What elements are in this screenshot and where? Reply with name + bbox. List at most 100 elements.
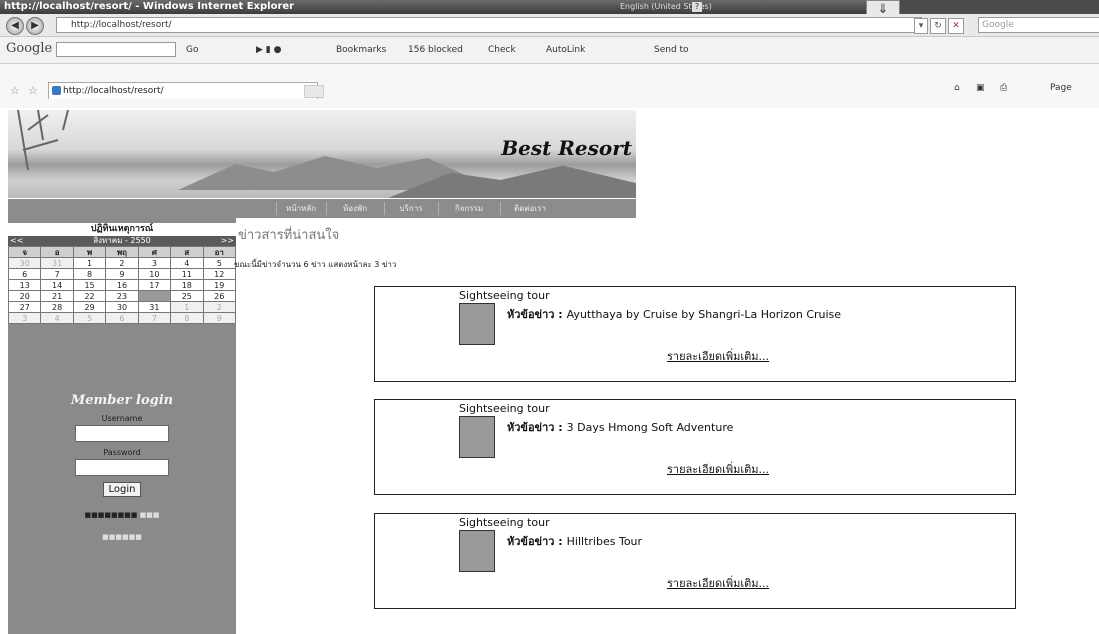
- calendar-day[interactable]: 11: [170, 268, 204, 280]
- main-menu: หน้าหลัก ห้องพัก บริการ กิจกรรม ติดต่อเร…: [8, 199, 636, 218]
- dropdown-icon[interactable]: ▾: [914, 18, 928, 34]
- more-details-link[interactable]: รายละเอียดเพิ่มเติม...: [667, 347, 769, 365]
- go-button[interactable]: Go: [186, 45, 198, 55]
- event-calendar: ปฏิทินเหตุการณ์ << สิงหาคม - 2550 >> จ อ…: [7, 223, 237, 324]
- forgot-password-link[interactable]: ■■■■■■: [8, 533, 236, 541]
- forward-icon[interactable]: ▶: [26, 17, 44, 35]
- new-tab-button[interactable]: [304, 85, 324, 98]
- home-icon[interactable]: ⌂: [954, 83, 960, 93]
- back-icon[interactable]: ◀: [6, 17, 24, 35]
- calendar-day[interactable]: 1: [72, 257, 107, 269]
- register-link[interactable]: ■■■: [140, 511, 160, 519]
- calendar-day[interactable]: 17: [137, 279, 172, 291]
- news-thumbnail[interactable]: [459, 303, 495, 345]
- add-favorites-icon[interactable]: ☆: [28, 84, 38, 97]
- calendar-day[interactable]: 20: [7, 290, 42, 302]
- calendar-day[interactable]: 29: [72, 301, 107, 313]
- calendar-week: 27 28 29 30 31 1 2: [7, 301, 237, 313]
- calendar-day[interactable]: 8: [72, 268, 107, 280]
- search-input[interactable]: Google: [978, 17, 1099, 33]
- calendar-day[interactable]: 10: [137, 268, 172, 280]
- calendar-day[interactable]: 31: [137, 301, 172, 313]
- feeds-icon[interactable]: ▣: [976, 83, 985, 93]
- calendar-day[interactable]: 27: [7, 301, 42, 313]
- calendar-day[interactable]: 6: [7, 268, 42, 280]
- username-label: Username: [101, 414, 143, 423]
- calendar-day[interactable]: 21: [40, 290, 74, 302]
- calendar-next-button[interactable]: >>: [221, 236, 234, 246]
- calendar-day[interactable]: 1: [170, 301, 204, 313]
- menu-item-contact[interactable]: ติดต่อเรา: [500, 202, 559, 215]
- login-button[interactable]: Login: [102, 482, 142, 497]
- calendar-day[interactable]: 16: [105, 279, 139, 291]
- calendar-day[interactable]: 4: [40, 312, 74, 324]
- calendar-day[interactable]: 3: [7, 312, 42, 324]
- calendar-day[interactable]: 9: [105, 268, 139, 280]
- register-link-text[interactable]: ■■■■■■■■: [85, 511, 138, 519]
- password-field[interactable]: [75, 459, 169, 476]
- url-input[interactable]: http://localhost/resort/: [56, 17, 922, 33]
- calendar-day[interactable]: 18: [170, 279, 204, 291]
- calendar-day[interactable]: 13: [7, 279, 42, 291]
- window-title: http://localhost/resort/ - Windows Inter…: [4, 1, 295, 12]
- weekday: จ: [7, 246, 42, 258]
- calendar-day[interactable]: 14: [40, 279, 74, 291]
- calendar-day[interactable]: 22: [72, 290, 107, 302]
- favorites-star-icon[interactable]: ☆: [10, 84, 20, 97]
- news-count: ขณะนี้มีข่าวจำนวน 6 ข่าว แสดงหน้าละ 3 ข่…: [234, 260, 397, 269]
- bookmarks-button[interactable]: Bookmarks: [336, 45, 386, 55]
- help-icon[interactable]: ?: [692, 2, 702, 12]
- google-logo: Google: [6, 41, 53, 56]
- calendar-day[interactable]: 12: [202, 268, 237, 280]
- check-button[interactable]: Check: [488, 45, 516, 55]
- calendar-month: สิงหาคม - 2550: [93, 236, 151, 245]
- calendar-day[interactable]: 7: [137, 312, 172, 324]
- calendar-day[interactable]: 23: [105, 290, 139, 302]
- calendar-weekdays: จ อ พ พฤ ศ ส อา: [7, 246, 237, 258]
- menu-item-activities[interactable]: กิจกรรม: [438, 202, 499, 215]
- member-login-panel: Member login Username Password Login ■■■…: [8, 385, 236, 541]
- popup-blocker[interactable]: 156 blocked: [408, 45, 463, 55]
- calendar-day[interactable]: 2: [202, 301, 237, 313]
- more-details-link[interactable]: รายละเอียดเพิ่มเติม...: [667, 574, 769, 592]
- more-details-link[interactable]: รายละเอียดเพิ่มเติม...: [667, 460, 769, 478]
- calendar-prev-button[interactable]: <<: [10, 236, 23, 246]
- autolink-button[interactable]: AutoLink: [546, 45, 585, 55]
- menu-item-home[interactable]: หน้าหลัก: [276, 202, 325, 215]
- google-toolbar: Google Go ▶ ▮ ● Bookmarks 156 blocked Ch…: [0, 37, 1099, 64]
- calendar-day[interactable]: 4: [170, 257, 204, 269]
- google-search-input[interactable]: [56, 42, 176, 57]
- print-icon[interactable]: ⎙: [1000, 83, 1007, 93]
- calendar-day[interactable]: 26: [202, 290, 237, 302]
- headline-label: หัวข้อข่าว :: [507, 308, 563, 321]
- calendar-day-today[interactable]: 24: [137, 290, 172, 302]
- news-thumbnail[interactable]: [459, 416, 495, 458]
- calendar-day[interactable]: 7: [40, 268, 74, 280]
- browser-tab[interactable]: http://localhost/resort/: [48, 82, 318, 99]
- calendar-day[interactable]: 5: [72, 312, 107, 324]
- toolbar-icons[interactable]: ▶ ▮ ●: [256, 45, 281, 55]
- calendar-day[interactable]: 30: [105, 301, 139, 313]
- calendar-day[interactable]: 25: [170, 290, 204, 302]
- calendar-day[interactable]: 30: [7, 257, 42, 269]
- calendar-day[interactable]: 2: [105, 257, 139, 269]
- calendar-day[interactable]: 15: [72, 279, 107, 291]
- calendar-day[interactable]: 31: [40, 257, 74, 269]
- menu-item-rooms[interactable]: ห้องพัก: [326, 202, 383, 215]
- calendar-day[interactable]: 28: [40, 301, 74, 313]
- stop-icon[interactable]: ✕: [948, 18, 964, 34]
- calendar-day[interactable]: 9: [202, 312, 237, 324]
- page-menu[interactable]: Page: [1050, 83, 1072, 93]
- calendar-day[interactable]: 19: [202, 279, 237, 291]
- calendar-day[interactable]: 6: [105, 312, 139, 324]
- weekday: อ: [40, 246, 74, 258]
- calendar-day[interactable]: 8: [170, 312, 204, 324]
- send-to-button[interactable]: Send to: [654, 45, 689, 55]
- refresh-icon[interactable]: ↻: [930, 18, 946, 34]
- calendar-day[interactable]: 5: [202, 257, 237, 269]
- username-field[interactable]: [75, 425, 169, 442]
- calendar-day[interactable]: 3: [137, 257, 172, 269]
- menu-item-services[interactable]: บริการ: [384, 202, 437, 215]
- calendar-week: 6 7 8 9 10 11 12: [7, 268, 237, 280]
- news-thumbnail[interactable]: [459, 530, 495, 572]
